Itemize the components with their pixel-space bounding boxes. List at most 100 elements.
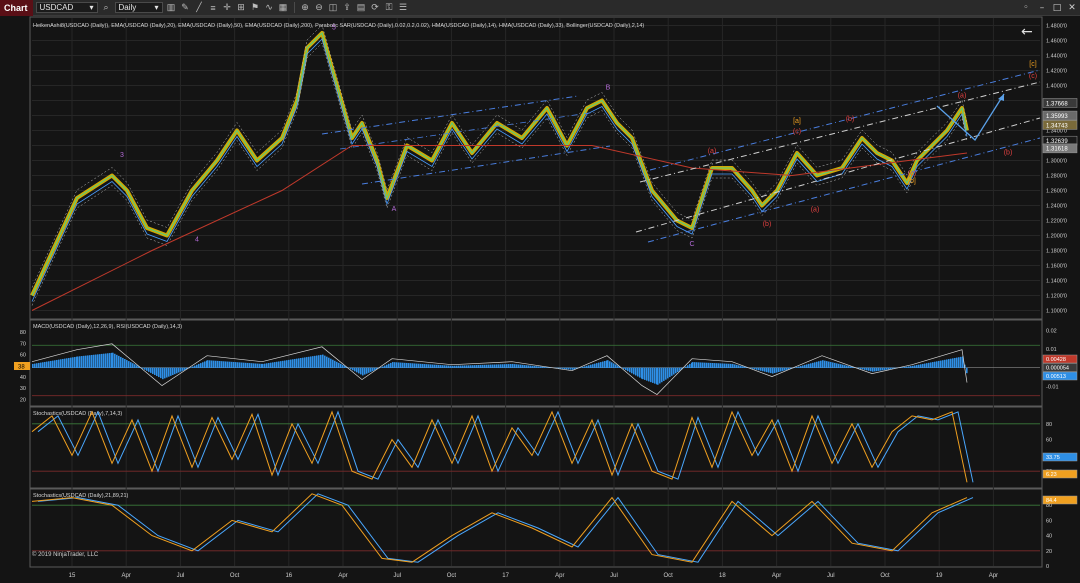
macd-histogram-bar [646,367,648,381]
macd-histogram-bar [492,364,494,368]
macd-histogram-bar [848,366,850,368]
macd-histogram-bar [734,364,736,368]
screenshot-icon[interactable]: ◫ [328,2,339,13]
zoom-in-icon[interactable]: ⊕ [300,2,311,13]
macd-histogram-bar [105,353,107,368]
strategy-icon[interactable]: ⚑ [250,2,261,13]
macd-histogram-bar [639,367,641,378]
macd-histogram-bar [708,362,710,368]
macd-histogram-bar [64,358,66,368]
macd-histogram-bar [97,354,99,368]
instrument-selector[interactable]: USDCAD ▾ [35,2,98,13]
zoom-out-icon[interactable]: ⊖ [314,2,325,13]
template-icon[interactable]: ▦ [278,2,289,13]
macd-histogram-bar [696,362,698,368]
bar-chart-icon[interactable]: ▥ [166,2,177,13]
wave-label: [b] [908,178,916,185]
macd-histogram-bar [420,363,422,368]
macd-histogram-bar [916,365,918,368]
macd-histogram-bar [93,354,95,368]
macd-histogram-bar [490,364,492,368]
macd-histogram-bar [280,361,282,368]
timeframe-selector[interactable]: Daily ▾ [114,2,163,13]
macd-histogram-bar [468,365,470,368]
macd-histogram-bar [754,367,756,370]
macd-histogram-bar [808,363,810,368]
macd-histogram-bar [156,367,158,377]
calendar-icon[interactable]: ▤ [356,2,367,13]
macd-histogram-bar [324,355,326,368]
macd-histogram-bar [282,360,284,368]
y-tick-label: 70 [20,341,26,347]
sync-icon[interactable]: ⟳ [370,2,381,13]
macd-histogram-bar [940,360,942,368]
close-icon[interactable]: ✕ [1064,0,1080,16]
macd-histogram-bar [340,363,342,368]
macd-histogram-bar [410,363,412,368]
price-tag-label: 0.00513 [1046,374,1066,380]
chart-canvas[interactable]: HeikenAshi8(USDCAD (Daily)), EMA(USDCAD … [0,16,1080,583]
macd-histogram-bar [602,361,604,368]
macd-histogram-bar [130,362,132,368]
macd-histogram-bar [276,361,278,368]
macd-histogram-bar [654,367,656,384]
macd-histogram-bar [629,367,631,373]
macd-histogram-bar [46,361,48,368]
macd-histogram-bar [446,365,448,368]
macd-histogram-bar [148,367,150,372]
macd-histogram-bar [142,367,144,369]
macd-histogram-bar [594,363,596,368]
stoch-fast-panel-title: Stochastics(USDCAD (Daily),7,14,3) [33,411,122,417]
y-tick-label: 1.3000'0 [1046,159,1067,165]
y-tick-label: 0.02 [1046,328,1057,334]
macd-histogram-bar [740,365,742,368]
macd-histogram-bar [372,367,374,372]
macd-histogram-bar [659,367,661,384]
macd-histogram-bar [382,366,384,368]
macd-histogram-bar [146,367,148,371]
crosshair-icon[interactable]: ✛ [222,2,233,13]
macd-histogram-bar [952,358,954,368]
macd-histogram-bar [736,364,738,368]
macd-histogram-bar [68,357,70,368]
price-tag-label: 1.34743 [1046,123,1068,129]
share-icon[interactable]: ⇪ [342,2,353,13]
macd-histogram-bar [604,361,606,368]
macd-histogram-bar [298,358,300,368]
lock-icon[interactable]: ⚿ [384,2,395,13]
back-arrow-icon[interactable]: ← [1021,24,1033,40]
y-tick-label: 20 [20,397,26,403]
macd-histogram-bar [196,364,198,368]
macd-histogram-bar [374,367,376,371]
macd-histogram-bar [806,364,808,368]
x-tick-label: Apr [772,573,781,579]
macd-histogram-bar [262,363,264,368]
macd-histogram-bar [194,365,196,368]
macd-histogram-bar [685,366,687,368]
macd-histogram-bar [272,362,274,368]
maximize-icon[interactable]: □ [1049,0,1065,16]
text-tool-icon[interactable]: ≡ [208,2,219,13]
line-tool-icon[interactable]: ╱ [194,2,205,13]
x-tick-label: Oct [447,573,457,579]
y-tick-label: 1.2600'0 [1046,189,1067,195]
macd-histogram-bar [514,364,516,368]
minimize-icon[interactable]: – [1034,0,1050,16]
wave-label: (a) [958,93,967,100]
macd-histogram-bar [778,367,780,372]
drawing-tool-icon[interactable]: ✎ [180,2,191,13]
macd-histogram-bar [700,362,702,368]
macd-histogram-bar [103,353,105,368]
macd-histogram-bar [522,364,524,368]
list-icon[interactable]: ☰ [398,2,409,13]
macd-histogram-bar [77,356,79,368]
search-icon[interactable]: ⌕ [101,2,112,13]
properties-icon[interactable]: ⊞ [236,2,247,13]
indicator-icon[interactable]: ∿ [264,2,275,13]
macd-histogram-bar [776,367,778,373]
macd-histogram-bar [752,367,754,369]
pin-icon[interactable]: ◦ [1018,0,1034,16]
macd-histogram-bar [840,364,842,368]
macd-histogram-bar [780,367,782,372]
macd-histogram-bar [820,360,822,368]
